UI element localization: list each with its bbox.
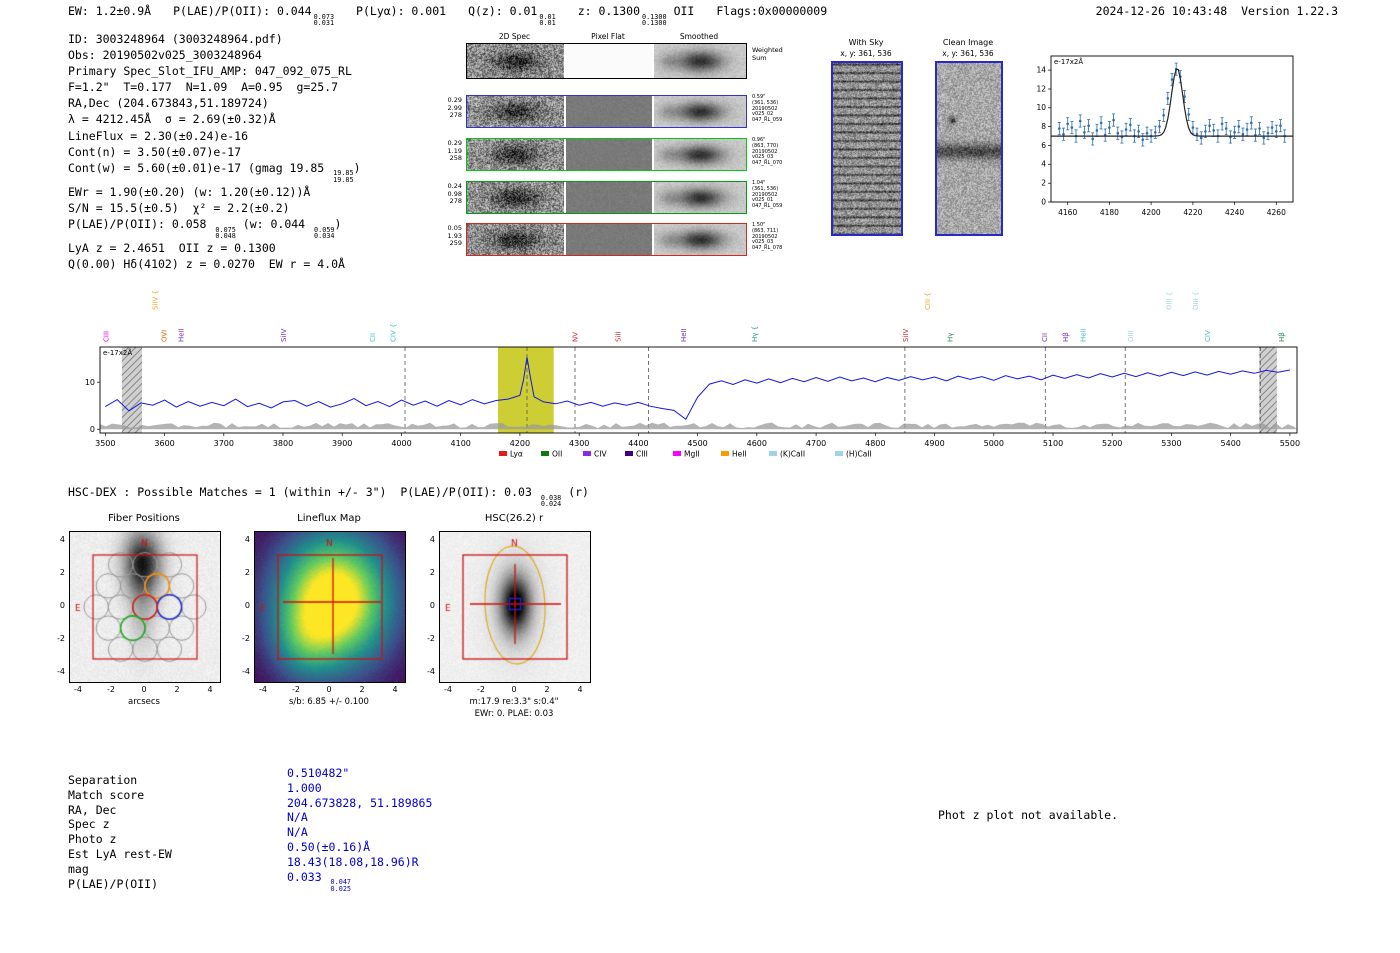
match-label: Photo z [68, 832, 117, 847]
photz-note: Phot z plot not available. [938, 808, 1119, 822]
match-value: 0.510482" [287, 766, 350, 780]
match-label: mag [68, 861, 89, 876]
match-label: Separation [68, 773, 138, 787]
stat-uncertainty: 0.047 0.025 [330, 878, 352, 893]
match-label: Spec z [68, 817, 110, 832]
match-value: N/A [287, 810, 308, 825]
hsc-match-table: Separation 0.510482" Match score 1.000 RA, D… [0, 0, 1400, 953]
match-label: P(LAE)/P(OII) [68, 876, 159, 891]
match-value: 1.000 [287, 780, 322, 795]
match-label: Match score [68, 787, 145, 802]
match-value: 0.033 0.047 0.025 [287, 869, 352, 893]
elixer-report: EW: 1.2±0.9Å P(LAE)/P(OII): 0.044 0.073 0.… [0, 0, 1400, 953]
match-label: Est LyA rest-EW [68, 847, 172, 861]
match-value: 0.50(±0.16)Å [287, 840, 371, 854]
match-value: N/A [287, 825, 308, 840]
match-value: 18.43(18.08,18.96)R [287, 854, 419, 869]
match-label: RA, Dec [68, 802, 117, 817]
match-value: 204.673828, 51.189865 [287, 795, 433, 810]
